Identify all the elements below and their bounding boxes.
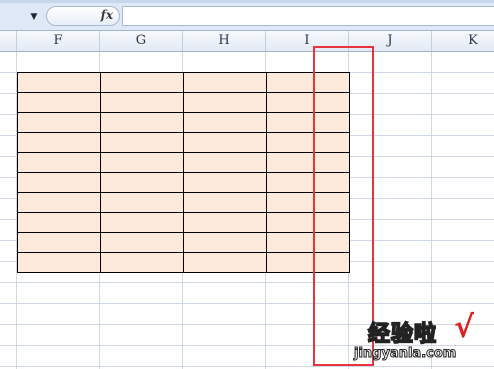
table-cell[interactable] — [266, 172, 350, 193]
ribbon-edge — [0, 0, 494, 3]
table-row — [17, 152, 350, 173]
column-header-g[interactable]: G — [100, 31, 183, 51]
table-cell[interactable] — [17, 212, 101, 233]
column-header-row: F G H I J K — [0, 31, 494, 52]
table-cell[interactable] — [100, 112, 184, 133]
check-mark-icon: √ — [454, 310, 475, 345]
table-row — [17, 232, 350, 253]
column-header-i[interactable]: I — [266, 31, 349, 51]
formula-button-group[interactable]: fx — [46, 6, 120, 26]
table-cell[interactable] — [100, 212, 184, 233]
table-row — [17, 112, 350, 133]
table-cell[interactable] — [183, 212, 267, 233]
table-cell[interactable] — [100, 92, 184, 113]
table-cell[interactable] — [100, 72, 184, 93]
bordered-table — [17, 72, 350, 273]
table-cell[interactable] — [17, 152, 101, 173]
table-row — [17, 252, 350, 273]
table-cell[interactable] — [100, 232, 184, 253]
table-cell[interactable] — [266, 72, 350, 93]
table-cell[interactable] — [17, 252, 101, 273]
table-cell[interactable] — [266, 192, 350, 213]
table-cell[interactable] — [100, 252, 184, 273]
column-header-j[interactable]: J — [349, 31, 432, 51]
table-row — [17, 92, 350, 113]
watermark-title: 经验啦 — [367, 321, 438, 348]
table-cell[interactable] — [183, 92, 267, 113]
table-cell[interactable] — [17, 92, 101, 113]
table-cell[interactable] — [266, 212, 350, 233]
formula-input[interactable] — [122, 6, 494, 26]
table-cell[interactable] — [183, 72, 267, 93]
table-cell[interactable] — [17, 232, 101, 253]
table-cell[interactable] — [17, 112, 101, 133]
column-header-k[interactable]: K — [432, 31, 494, 51]
table-cell[interactable] — [266, 152, 350, 173]
table-cell[interactable] — [266, 132, 350, 153]
table-cell[interactable] — [17, 192, 101, 213]
table-cell[interactable] — [100, 132, 184, 153]
table-row — [17, 212, 350, 233]
formula-bar: ▼ fx — [0, 0, 494, 31]
table-cell[interactable] — [266, 252, 350, 273]
table-cell[interactable] — [17, 172, 101, 193]
table-cell[interactable] — [183, 112, 267, 133]
table-cell[interactable] — [183, 232, 267, 253]
table-cell[interactable] — [100, 192, 184, 213]
table-cell[interactable] — [100, 172, 184, 193]
table-row — [17, 192, 350, 213]
watermark-url: jingyanla.com — [353, 346, 457, 362]
table-cell[interactable] — [183, 132, 267, 153]
table-cell[interactable] — [183, 172, 267, 193]
table-row — [17, 72, 350, 93]
table-cell[interactable] — [183, 252, 267, 273]
table-row — [17, 132, 350, 153]
table-cell[interactable] — [266, 92, 350, 113]
column-header-f[interactable]: F — [17, 31, 100, 51]
table-cell[interactable] — [183, 192, 267, 213]
table-cell[interactable] — [266, 232, 350, 253]
table-cell[interactable] — [100, 152, 184, 173]
namebox-dropdown-icon[interactable]: ▼ — [28, 12, 40, 22]
table-cell[interactable] — [183, 152, 267, 173]
column-header-h[interactable]: H — [183, 31, 266, 51]
watermark-logo: 经验啦 √ jingyanla.com — [350, 310, 490, 366]
table-cell[interactable] — [17, 72, 101, 93]
table-row — [17, 172, 350, 193]
spreadsheet-window: ▼ fx F G H I J K 经验啦 √ jingyanla.com — [0, 0, 494, 369]
insert-function-icon[interactable]: fx — [101, 8, 113, 22]
table-cell[interactable] — [266, 112, 350, 133]
table-cell[interactable] — [17, 132, 101, 153]
select-all-corner[interactable] — [0, 31, 17, 51]
